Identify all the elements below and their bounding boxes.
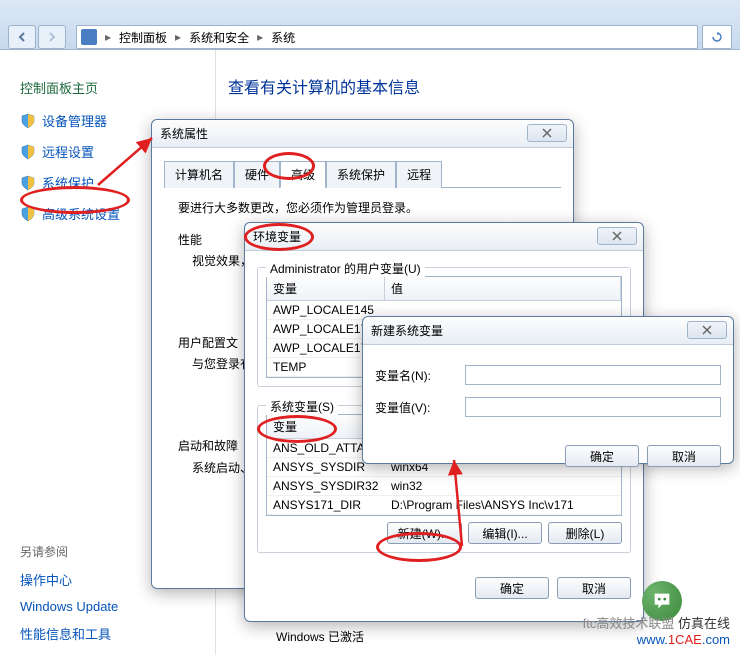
windows-activated-text: Windows 已激活 bbox=[276, 628, 364, 645]
breadcrumb-sep: ▸ bbox=[171, 30, 185, 44]
col-var[interactable]: 变量 bbox=[267, 277, 385, 300]
shield-icon bbox=[20, 175, 36, 191]
admin-note: 要进行大多数更改，您必须作为管理员登录。 bbox=[178, 198, 547, 220]
tab-hardware[interactable]: 硬件 bbox=[234, 161, 280, 188]
close-button[interactable] bbox=[527, 124, 567, 142]
breadcrumb[interactable]: ▸ 控制面板 ▸ 系统和安全 ▸ 系统 bbox=[76, 25, 698, 49]
sys-vars-title: 系统变量(S) bbox=[266, 398, 338, 415]
shield-icon bbox=[20, 113, 36, 129]
new-system-variable-dialog: 新建系统变量 变量名(N): 变量值(V): 确定 取消 bbox=[362, 316, 734, 464]
shield-icon bbox=[20, 206, 36, 222]
close-button[interactable] bbox=[597, 227, 637, 245]
var-value-label: 变量值(V): bbox=[375, 399, 465, 416]
tab-advanced[interactable]: 高级 bbox=[280, 161, 326, 188]
var-name-input[interactable] bbox=[465, 365, 721, 385]
dialog-titlebar[interactable]: 新建系统变量 bbox=[363, 317, 733, 345]
var-value-input[interactable] bbox=[465, 397, 721, 417]
address-toolbar: ▸ 控制面板 ▸ 系统和安全 ▸ 系统 bbox=[0, 0, 740, 50]
page-title: 查看有关计算机的基本信息 bbox=[228, 74, 740, 98]
nav-back-button[interactable] bbox=[8, 25, 36, 49]
close-button[interactable] bbox=[687, 321, 727, 339]
watermark: ftc高效技术联盟 仿真在线 www.1CAE.com bbox=[583, 613, 730, 647]
tab-bar: 计算机名 硬件 高级 系统保护 远程 bbox=[164, 160, 561, 188]
breadcrumb-item[interactable]: 系统 bbox=[267, 29, 299, 46]
table-row[interactable]: ANSYS_SYSDIR32win32 bbox=[267, 477, 621, 496]
breadcrumb-item[interactable]: 控制面板 bbox=[115, 29, 171, 46]
sidebar-item-label: 高级系统设置 bbox=[42, 204, 120, 223]
ok-button[interactable]: 确定 bbox=[565, 445, 639, 467]
watermark-text1: ftc高效技术联盟 bbox=[583, 616, 675, 631]
arrow-right-icon bbox=[46, 31, 58, 43]
delete-button[interactable]: 删除(L) bbox=[548, 522, 622, 544]
shield-icon bbox=[20, 144, 36, 160]
sidebar-item-label: 远程设置 bbox=[42, 142, 94, 161]
watermark-text1b: 仿真在线 bbox=[678, 616, 730, 631]
refresh-icon bbox=[712, 32, 722, 42]
var-name-label: 变量名(N): bbox=[375, 367, 465, 384]
dialog-title-text: 新建系统变量 bbox=[371, 322, 443, 339]
cancel-button[interactable]: 取消 bbox=[647, 445, 721, 467]
sidebar-title: 控制面板主页 bbox=[20, 78, 215, 97]
col-value[interactable]: 值 bbox=[385, 277, 621, 300]
ok-button[interactable]: 确定 bbox=[475, 577, 549, 599]
search-dropdown[interactable] bbox=[702, 25, 732, 49]
dialog-titlebar[interactable]: 系统属性 bbox=[152, 120, 573, 148]
dialog-titlebar[interactable]: 环境变量 bbox=[245, 223, 643, 251]
sidebar-link-windows-update[interactable]: Windows Update bbox=[20, 599, 215, 614]
close-icon bbox=[612, 231, 622, 241]
sidebar-item-label: 系统保护 bbox=[42, 173, 94, 192]
breadcrumb-sep: ▸ bbox=[253, 30, 267, 44]
close-icon bbox=[702, 325, 712, 335]
edit-button[interactable]: 编辑(I)... bbox=[468, 522, 542, 544]
tab-computer-name[interactable]: 计算机名 bbox=[164, 161, 234, 188]
dialog-title-text: 系统属性 bbox=[160, 125, 208, 142]
table-row[interactable]: ANSYS171_DIRD:\Program Files\ANSYS Inc\v… bbox=[267, 496, 621, 515]
nav-forward-button[interactable] bbox=[38, 25, 66, 49]
dialog-title-text: 环境变量 bbox=[253, 228, 301, 245]
arrow-left-icon bbox=[16, 31, 28, 43]
sidebar-link-perf-info[interactable]: 性能信息和工具 bbox=[20, 624, 215, 643]
breadcrumb-sep: ▸ bbox=[101, 30, 115, 44]
sidebar-item-label: 设备管理器 bbox=[42, 111, 107, 130]
cancel-button[interactable]: 取消 bbox=[557, 577, 631, 599]
breadcrumb-item[interactable]: 系统和安全 bbox=[185, 29, 253, 46]
tab-remote[interactable]: 远程 bbox=[396, 161, 442, 188]
user-vars-title: Administrator 的用户变量(U) bbox=[266, 260, 425, 277]
close-icon bbox=[542, 128, 552, 138]
tab-system-protection[interactable]: 系统保护 bbox=[326, 161, 396, 188]
control-panel-icon bbox=[81, 29, 97, 45]
new-button[interactable]: 新建(W)... bbox=[387, 522, 462, 544]
